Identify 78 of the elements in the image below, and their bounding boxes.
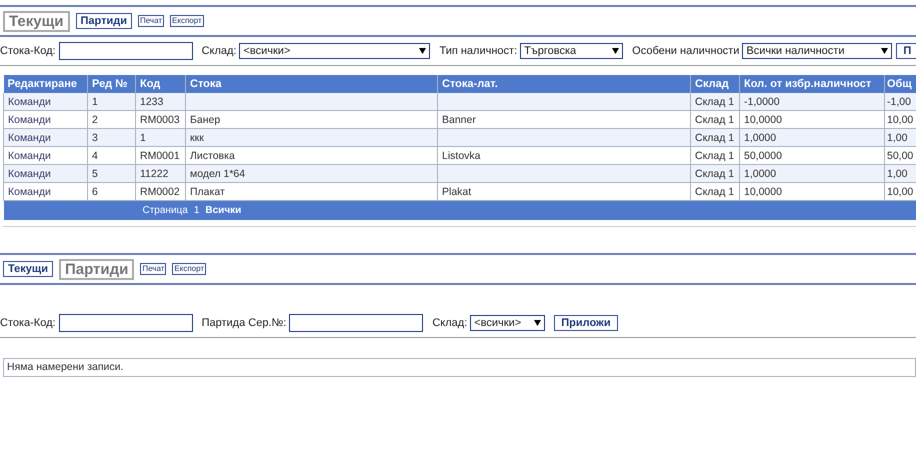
page-link[interactable]: 1 xyxy=(194,205,200,216)
field-label: Склад: xyxy=(432,317,468,329)
caret-icon xyxy=(881,48,888,54)
table-cell: Склад 1 xyxy=(695,114,734,126)
table-cell: Склад 1 xyxy=(695,150,734,162)
table-cell: 3 xyxy=(92,132,98,144)
table-cell: -1,0000 xyxy=(744,96,780,108)
tab[interactable]: Текущи xyxy=(3,261,53,277)
table-cell: RM0002 xyxy=(140,186,180,198)
table-cell: Plakat xyxy=(442,186,472,198)
pager-label: Страница xyxy=(142,205,188,216)
input-field[interactable] xyxy=(58,314,193,332)
field-label: Стока-Код: xyxy=(0,45,56,57)
caret-icon xyxy=(612,48,620,54)
table-cell: 1,00 xyxy=(887,132,908,144)
caret-icon xyxy=(534,320,542,326)
empty-message: Няма намерени записи. xyxy=(7,361,124,373)
apply-button[interactable]: П xyxy=(896,43,916,59)
table-cell: Склад 1 xyxy=(695,186,734,198)
table-cell: 10,00 xyxy=(887,186,914,198)
table-cell: 6 xyxy=(92,186,98,198)
table-cell: 4 xyxy=(92,150,98,162)
column-header: Стока xyxy=(186,75,438,93)
table-cell: Склад 1 xyxy=(695,168,734,180)
tab[interactable]: Текущи xyxy=(3,10,70,32)
table-cell: 1,0000 xyxy=(744,132,776,144)
table-cell: 10,0000 xyxy=(744,114,782,126)
print-button[interactable]: Печат xyxy=(140,263,166,275)
export-button[interactable]: Експорт xyxy=(170,15,204,27)
tab[interactable]: Партиди xyxy=(76,13,132,29)
table-cell: 50,00 xyxy=(887,150,914,162)
dropdown[interactable]: <всички> xyxy=(239,43,430,59)
column-header: Склад xyxy=(690,75,740,93)
table-cell: 10,00 xyxy=(887,114,914,126)
column-header: Стока-лат. xyxy=(438,75,690,93)
tab[interactable]: Партиди xyxy=(58,258,134,280)
table-cell: 1233 xyxy=(140,96,164,108)
column-header: Общ xyxy=(884,75,916,93)
table-cell: Банер xyxy=(190,114,220,126)
field-label: Склад: xyxy=(202,45,236,57)
page-link[interactable]: Всички xyxy=(205,205,242,216)
table-cell: Склад 1 xyxy=(695,132,734,144)
apply-button[interactable]: Приложи xyxy=(554,315,618,331)
table-cell: 10,0000 xyxy=(744,186,782,198)
export-button[interactable]: Експорт xyxy=(172,263,206,275)
table-cell: 50,0000 xyxy=(744,150,782,162)
field-label: Тип наличност: xyxy=(439,45,518,57)
table-cell: 1,0000 xyxy=(744,168,776,180)
table-cell: RM0003 xyxy=(140,114,180,126)
table-cell: Banner xyxy=(442,114,476,126)
column-header: Код xyxy=(136,75,186,93)
field-label: Стока-Код: xyxy=(0,317,56,329)
table-cell: 1,00 xyxy=(887,168,908,180)
table-cell: Listovka xyxy=(442,150,481,162)
table-cell: Плакат xyxy=(190,186,225,198)
caret-icon xyxy=(419,48,426,54)
table-cell: -1,00 xyxy=(887,96,911,108)
table-cell: ккк xyxy=(190,132,204,144)
table-cell: Листовка xyxy=(190,150,235,162)
field-label: Партида Сер.№: xyxy=(202,317,286,329)
table-cell: Склад 1 xyxy=(695,96,734,108)
dropdown[interactable]: Всички наличности xyxy=(742,43,892,59)
dropdown[interactable]: Търговска xyxy=(520,43,624,59)
dropdown[interactable]: <всички> xyxy=(470,315,546,331)
field-label: Особени наличности xyxy=(632,45,740,57)
table-cell: 1 xyxy=(140,132,146,144)
column-header: Кол. от избр.наличност xyxy=(740,75,884,93)
column-header: Редактиране xyxy=(4,75,88,93)
table-cell: 11222 xyxy=(140,168,168,180)
input-field[interactable] xyxy=(58,42,193,60)
table-cell: модел 1*64 xyxy=(190,168,246,180)
table-cell: 5 xyxy=(92,168,98,180)
print-button[interactable]: Печат xyxy=(138,15,164,27)
column-header: Ред № xyxy=(88,75,136,93)
table-cell: 1 xyxy=(92,96,98,108)
input-field[interactable] xyxy=(289,314,424,332)
table-cell: RM0001 xyxy=(140,150,180,162)
table-cell: 2 xyxy=(92,114,98,126)
